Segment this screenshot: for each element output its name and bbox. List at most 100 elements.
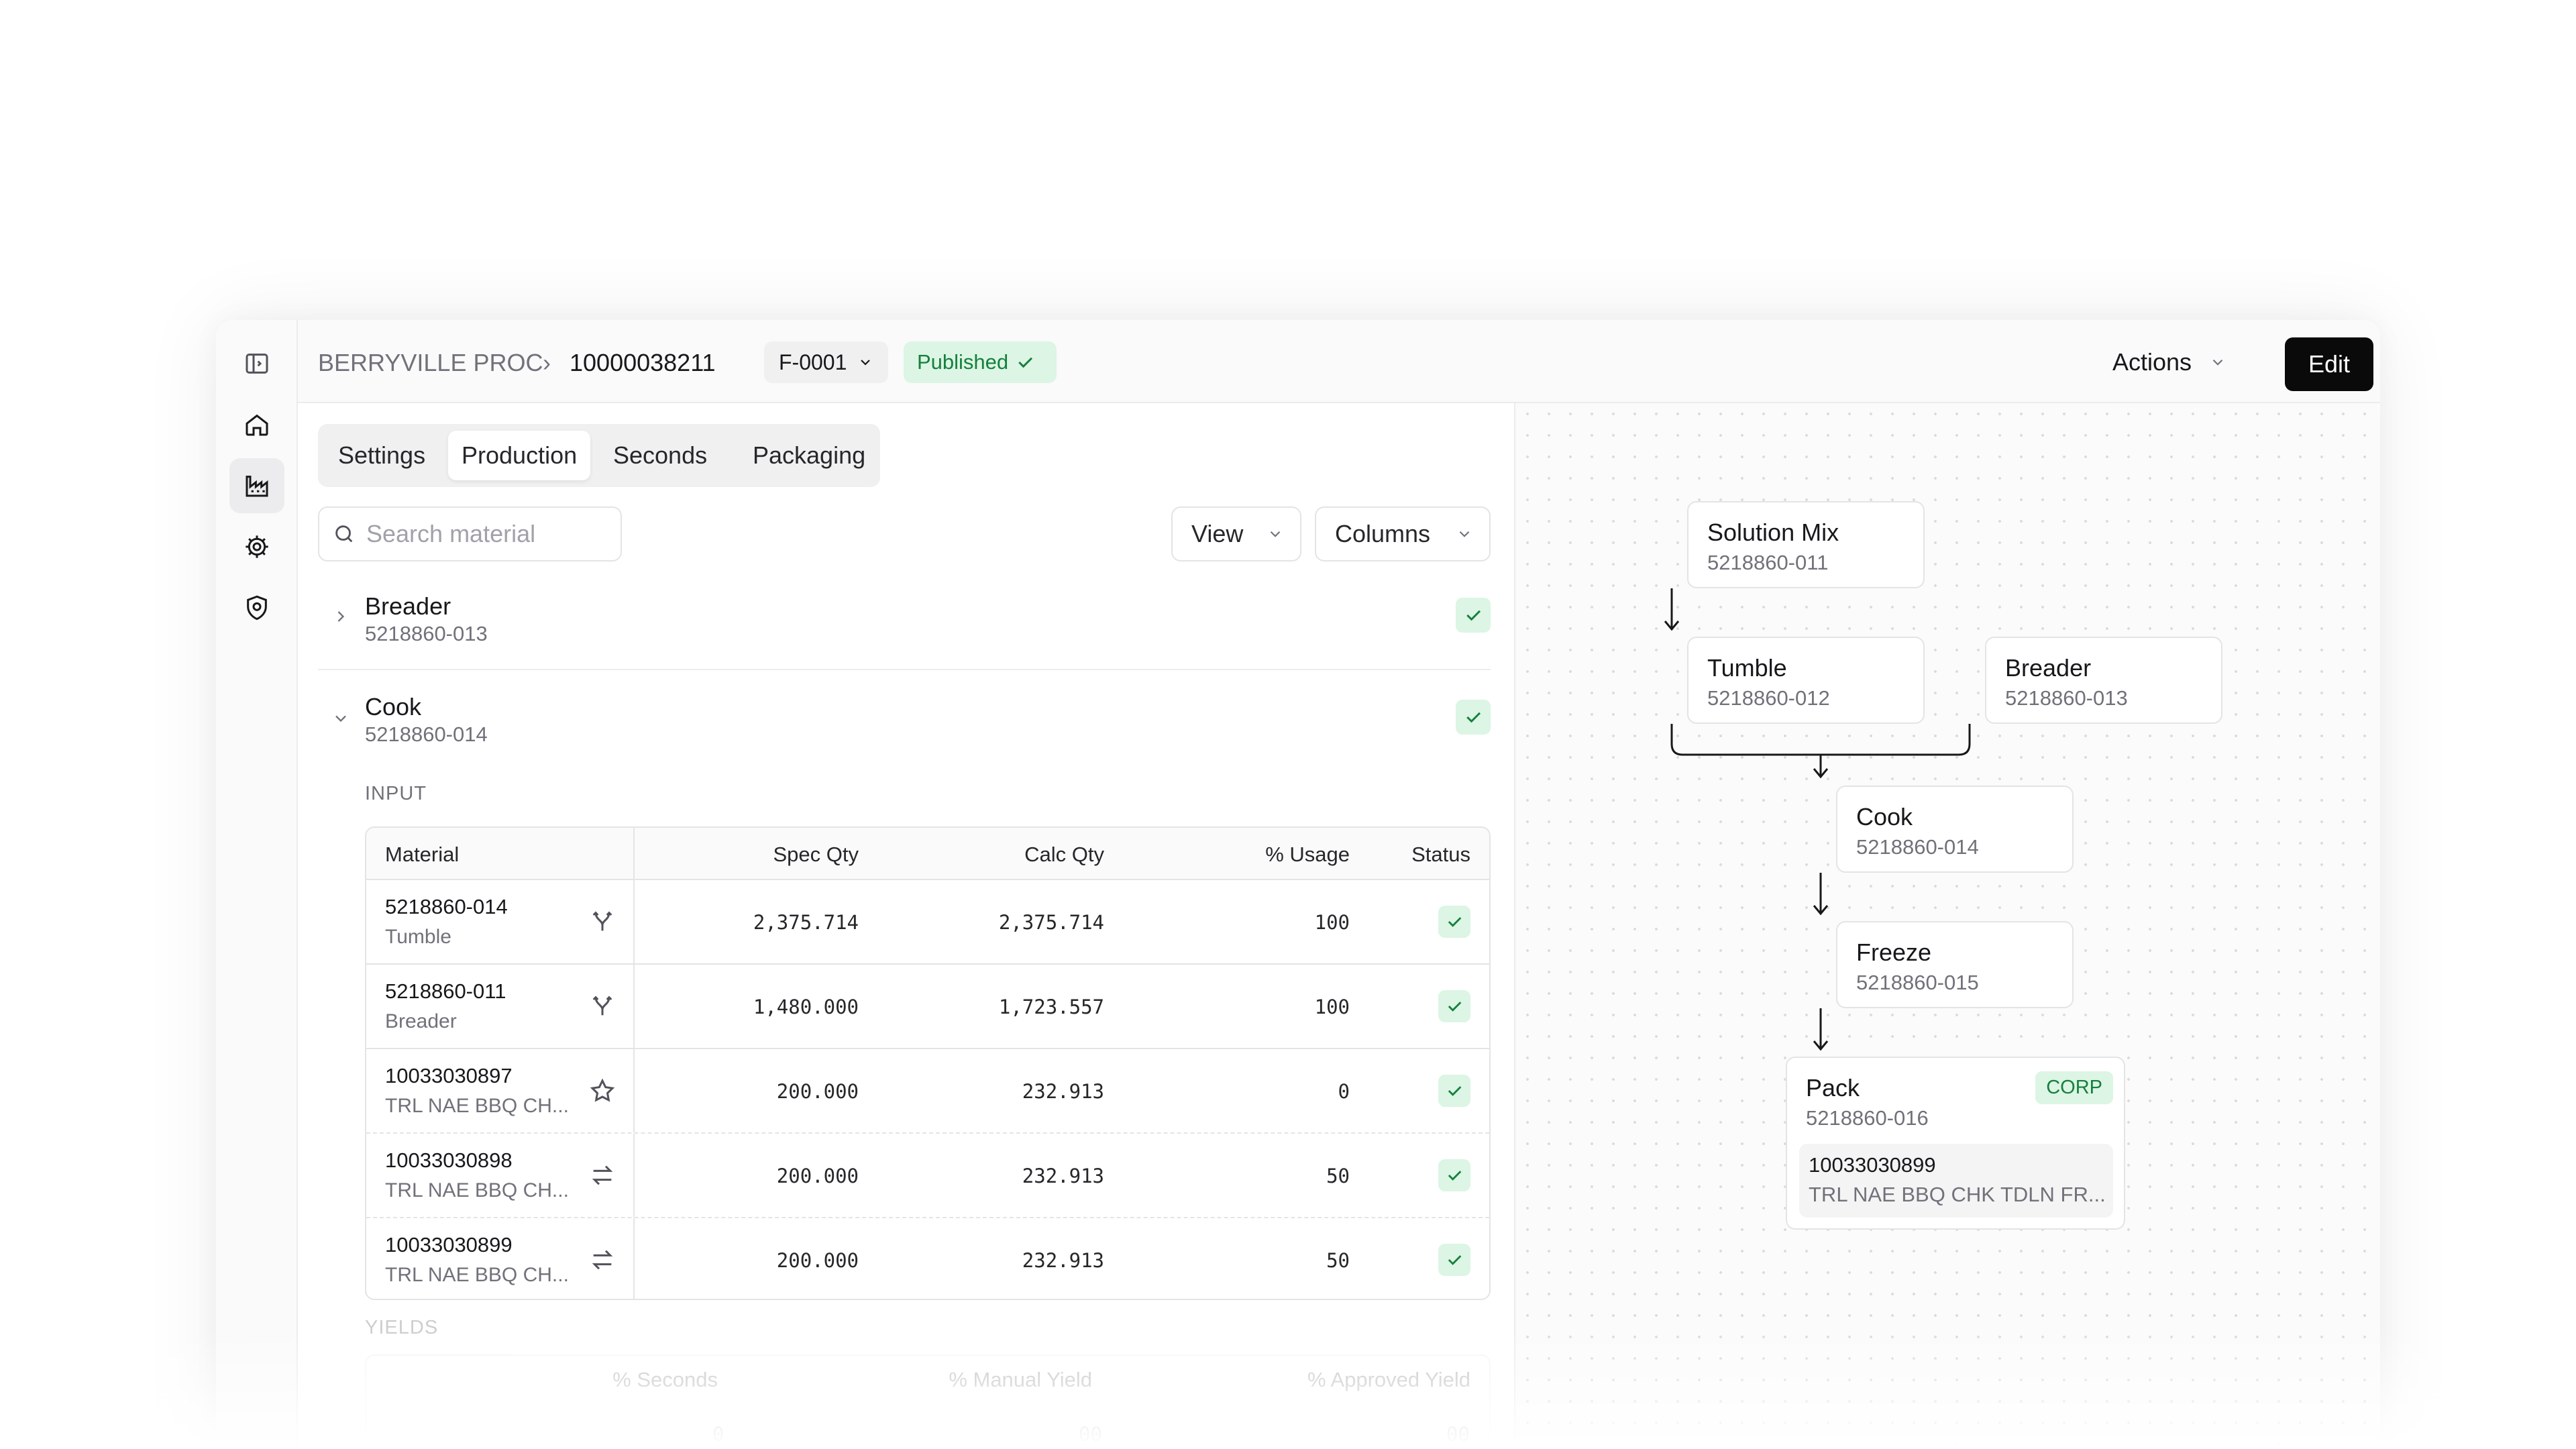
merge-icon[interactable] [589,908,616,935]
usage-percent: 0 [1338,1080,1350,1103]
column-header-manual-yield[interactable]: % Manual Yield [949,1368,1092,1392]
column-separator [633,828,635,879]
step-row-cook[interactable]: Cook 5218860-014 [318,684,1491,769]
node-code: 5218860-014 [1856,835,1979,859]
status-badge: Published [904,341,1057,383]
table-row[interactable]: 10033030897 TRL NAE BBQ CH... 200.000 23… [366,1049,1489,1134]
material-desc: TRL NAE BBQ CH... [385,1179,569,1201]
flow-node-tumble[interactable]: Tumble 5218860-012 [1687,637,1925,724]
step-code: 5218860-014 [365,722,488,746]
panel-toggle-button[interactable] [229,336,284,391]
nav-settings[interactable] [229,519,284,574]
swap-icon[interactable] [589,1246,616,1273]
tab-packaging[interactable]: Packaging [739,431,879,480]
corp-badge: CORP [2035,1071,2113,1104]
columns-dropdown[interactable]: Columns [1315,506,1491,561]
column-header-status[interactable]: Status [1411,843,1470,867]
flow-canvas[interactable]: Solution Mix 5218860-011 Tumble 5218860-… [1517,403,2380,1449]
home-icon [246,414,268,436]
step-status-check [1456,700,1491,735]
search-input[interactable]: Search material [318,506,622,561]
node-name: Pack [1806,1074,1860,1102]
row-status-check [1438,990,1470,1022]
chevron-down-icon[interactable] [331,709,350,728]
material-desc: TRL NAE BBQ CH... [385,1264,569,1286]
flow-node-solution-mix[interactable]: Solution Mix 5218860-011 [1687,501,1925,588]
calc-qty: 232.913 [1022,1080,1104,1103]
nav-home[interactable] [229,397,284,452]
gear-icon [246,535,268,558]
flow-node-freeze[interactable]: Freeze 5218860-015 [1836,921,2074,1008]
yield-value: 0 [712,1423,724,1446]
node-code: 5218860-015 [1856,971,1979,994]
check-icon [1466,712,1481,723]
row-status-check [1438,1159,1470,1191]
table-row[interactable]: 10033030899 TRL NAE BBQ CH... 200.000 23… [366,1218,1489,1299]
version-label: F-0001 [779,350,847,374]
factory-icon [246,476,268,497]
flow-node-pack[interactable]: Pack 5218860-016 CORP 10033030899 TRL NA… [1786,1057,2125,1230]
column-header-material[interactable]: Material [385,843,459,867]
material-id: 10033030897 [385,1064,513,1087]
table-row[interactable]: 5218860-014 Tumble 2,375.714 2,375.714 1… [366,880,1489,965]
column-separator [633,880,635,963]
breadcrumb-current: 10000038211 [570,349,716,376]
tab-production[interactable]: Production [448,431,591,480]
chevron-right-icon[interactable] [331,607,350,626]
calc-qty: 1,723.557 [998,996,1104,1018]
table-row[interactable]: 5218860-011 Breader 1,480.000 1,723.557 … [366,965,1489,1049]
chevron-down-icon [861,360,871,366]
table-header: Material Spec Qty Calc Qty % Usage Statu… [366,828,1489,880]
pack-material-item[interactable]: 10033030899 TRL NAE BBQ CHK TDLN FR... [1799,1144,2113,1218]
column-header-calc-qty[interactable]: Calc Qty [1024,843,1104,867]
chevron-down-icon [1459,531,1470,537]
check-icon [1448,1171,1462,1181]
spec-qty: 200.000 [776,1249,859,1272]
calc-qty: 232.913 [1022,1165,1104,1187]
yields-section: YIELDS % Seconds % Manual Yield % Approv… [298,1289,1514,1449]
divider [318,669,1491,670]
material-desc: Tumble [385,926,451,948]
check-icon [1448,1255,1462,1265]
node-code: 5218860-013 [2005,686,2128,710]
connector-cook-freeze [1813,873,1829,916]
search-placeholder: Search material [366,520,536,547]
breadcrumb-separator: › [543,349,551,376]
step-status-check [1456,598,1491,633]
flow-node-cook[interactable]: Cook 5218860-014 [1836,786,2074,873]
production-panel: Settings Production Seconds Packaging Se… [298,403,1515,1449]
check-icon [1448,1002,1462,1012]
check-icon [1466,610,1481,621]
column-header-spec-qty[interactable]: Spec Qty [773,843,859,867]
status-label: Published [917,350,1009,374]
step-row-breader[interactable]: Breader 5218860-013 [318,583,1491,669]
column-separator [633,965,635,1048]
usage-percent: 100 [1314,911,1350,934]
tab-seconds[interactable]: Seconds [600,431,720,480]
column-header-seconds[interactable]: % Seconds [612,1368,718,1392]
node-code: 5218860-012 [1707,686,1830,710]
edit-button[interactable]: Edit [2285,337,2373,391]
tab-settings[interactable]: Settings [325,431,439,480]
swap-icon[interactable] [589,1162,616,1189]
view-dropdown[interactable]: View [1171,506,1301,561]
flow-node-breader[interactable]: Breader 5218860-013 [1985,637,2222,724]
search-icon [335,525,353,543]
yield-value: 00 [1079,1423,1102,1446]
column-separator [633,1218,635,1299]
yields-section-label: YIELDS [365,1317,439,1338]
actions-button[interactable]: Actions [2112,340,2226,384]
tab-bar: Settings Production Seconds Packaging [318,424,880,487]
star-icon[interactable] [589,1077,616,1104]
version-select[interactable]: F-0001 [764,341,888,383]
column-header-approved-yield[interactable]: % Approved Yield [1307,1368,1470,1392]
column-header-usage[interactable]: % Usage [1265,843,1350,867]
table-row[interactable]: 10033030898 TRL NAE BBQ CH... 200.000 23… [366,1134,1489,1218]
node-code: 5218860-011 [1707,551,1829,574]
merge-icon[interactable] [589,993,616,1020]
step-code: 5218860-013 [365,622,488,645]
page-header: BERRYVILLE PROC › 10000038211 F-0001 Pub… [298,320,2380,403]
nav-production[interactable] [229,458,284,513]
nav-security[interactable] [229,580,284,635]
breadcrumb-root[interactable]: BERRYVILLE PROC [318,350,543,376]
